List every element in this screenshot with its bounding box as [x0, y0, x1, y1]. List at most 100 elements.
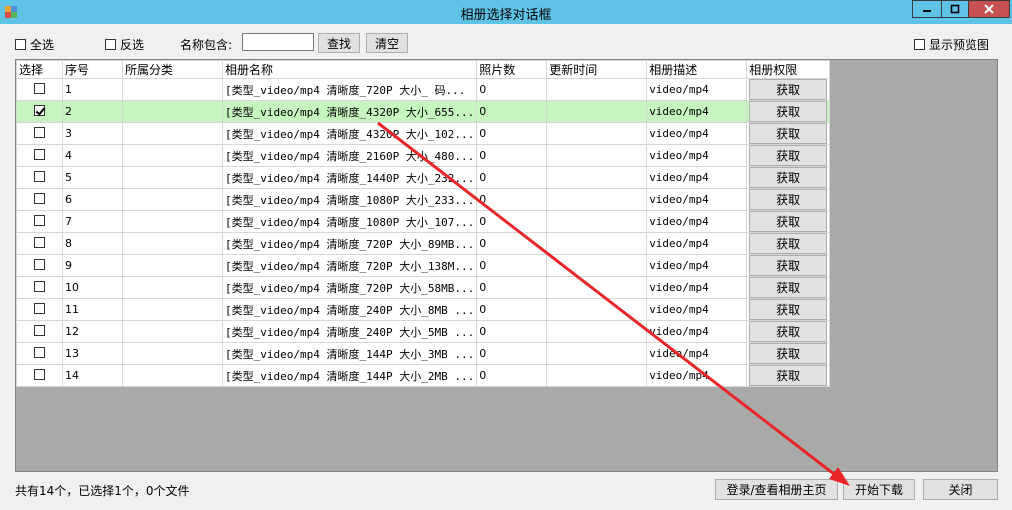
table-row[interactable]: 5 [类型_video/mp4 清晰度_1440P 大小_232... 0 video…: [16, 166, 831, 189]
show-preview-checkbox[interactable]: [914, 39, 925, 50]
close-icon: [984, 4, 994, 14]
name-search-input[interactable]: [242, 33, 314, 51]
album-desc-cell: video/mp4: [646, 166, 748, 189]
category-cell: [122, 298, 223, 321]
select-cell[interactable]: [16, 210, 63, 233]
select-cell[interactable]: [16, 78, 63, 101]
column-header[interactable]: 序号: [62, 60, 123, 79]
get-permission-button[interactable]: 获取: [749, 79, 828, 100]
index-cell: 1: [62, 78, 123, 101]
minimize-button[interactable]: [912, 0, 942, 18]
select-cell[interactable]: [16, 144, 63, 167]
table-row[interactable]: 3 [类型_video/mp4 清晰度_4320P 大小_102... 0 video…: [16, 122, 831, 145]
select-cell[interactable]: [16, 320, 63, 343]
row-checkbox[interactable]: [34, 214, 45, 226]
table-row[interactable]: 2 [类型_video/mp4 清晰度_4320P 大小_655... 0 video…: [16, 100, 831, 123]
name-contains-label: 名称包含:: [180, 38, 233, 52]
category-cell: [122, 78, 223, 101]
table-row[interactable]: 10 [类型_video/mp4 清晰度_720P 大小_58MB... 0 vide…: [16, 276, 831, 299]
table-row[interactable]: 12 [类型_video/mp4 清晰度_240P 大小_5MB ... 0 vide…: [16, 320, 831, 343]
get-permission-button[interactable]: 获取: [749, 255, 828, 276]
get-permission-button[interactable]: 获取: [749, 277, 828, 298]
row-checkbox[interactable]: [34, 192, 45, 204]
row-checkbox[interactable]: [34, 82, 45, 94]
get-permission-button[interactable]: 获取: [749, 189, 828, 210]
table-row[interactable]: 11 [类型_video/mp4 清晰度_240P 大小_8MB ... 0 vide…: [16, 298, 831, 321]
album-name-cell: [类型_video/mp4 清晰度_240P 大小_8MB ...: [221, 298, 478, 321]
album-name-cell: [类型_video/mp4 清晰度_144P 大小_2MB ...: [221, 364, 478, 387]
table-row[interactable]: 6 [类型_video/mp4 清晰度_1080P 大小_233... 0 video…: [16, 188, 831, 211]
album-desc-cell: video/mp4: [646, 276, 748, 299]
table-row[interactable]: 8 [类型_video/mp4 清晰度_720P 大小_89MB... 0 video…: [16, 232, 831, 255]
select-cell[interactable]: [16, 276, 63, 299]
category-cell: [122, 232, 223, 255]
row-checkbox[interactable]: [34, 258, 45, 270]
row-checkbox[interactable]: [34, 280, 45, 292]
column-header[interactable]: 相册权限: [746, 60, 831, 79]
album-name-cell: [类型_video/mp4 清晰度_2160P 大小_480...: [221, 144, 478, 167]
get-permission-button[interactable]: 获取: [749, 123, 828, 144]
album-grid[interactable]: 选择 序号 所属分类 相册名称 照片数 更新时间 相册描述 相册权限 1 [类型_video/m…: [15, 59, 998, 472]
get-permission-button[interactable]: 获取: [749, 167, 828, 188]
get-permission-button[interactable]: 获取: [749, 365, 828, 386]
column-header[interactable]: 照片数: [476, 60, 548, 79]
get-permission-button[interactable]: 获取: [749, 343, 828, 364]
invert-selection-checkbox-group[interactable]: 反选: [105, 36, 144, 53]
column-header[interactable]: 更新时间: [546, 60, 648, 79]
permission-cell: 获取: [746, 210, 831, 233]
select-cell[interactable]: [16, 364, 63, 387]
get-permission-button[interactable]: 获取: [749, 101, 828, 122]
clear-button[interactable]: 清空: [366, 33, 408, 53]
permission-cell: 获取: [746, 100, 831, 123]
select-cell[interactable]: [16, 188, 63, 211]
table-row[interactable]: 14 [类型_video/mp4 清晰度_144P 大小_2MB ... 0 vide…: [16, 364, 831, 387]
row-checkbox[interactable]: [34, 170, 45, 182]
get-permission-button[interactable]: 获取: [749, 211, 828, 232]
row-checkbox[interactable]: [34, 236, 45, 248]
column-header[interactable]: 选择: [16, 60, 63, 79]
close-button[interactable]: 关闭: [923, 479, 998, 500]
row-checkbox[interactable]: [34, 368, 45, 380]
select-cell[interactable]: [16, 232, 63, 255]
row-checkbox[interactable]: [34, 302, 45, 314]
select-cell[interactable]: [16, 342, 63, 365]
album-name-cell: [类型_video/mp4 清晰度_720P 大小_138M...: [221, 254, 478, 277]
invert-selection-checkbox[interactable]: [105, 39, 116, 50]
table-row[interactable]: 1 [类型_video/mp4 清晰度_720P 大小_ 码... 0 video/m…: [16, 78, 831, 101]
row-checkbox[interactable]: [34, 324, 45, 336]
start-download-button[interactable]: 开始下载: [843, 479, 915, 500]
album-desc-cell: video/mp4: [646, 232, 748, 255]
get-permission-button[interactable]: 获取: [749, 321, 828, 342]
column-header[interactable]: 相册名称: [221, 60, 478, 79]
album-name-cell: [类型_video/mp4 清晰度_4320P 大小_655...: [221, 100, 478, 123]
table-row[interactable]: 4 [类型_video/mp4 清晰度_2160P 大小_480... 0 video…: [16, 144, 831, 167]
index-cell: 6: [62, 188, 123, 211]
column-header[interactable]: 相册描述: [646, 60, 748, 79]
get-permission-button[interactable]: 获取: [749, 145, 828, 166]
photo-count-cell: 0: [476, 298, 548, 321]
table-row[interactable]: 7 [类型_video/mp4 清晰度_1080P 大小_107... 0 video…: [16, 210, 831, 233]
select-all-checkbox[interactable]: [15, 39, 26, 50]
maximize-button[interactable]: [941, 0, 969, 18]
table-row[interactable]: 9 [类型_video/mp4 清晰度_720P 大小_138M... 0 video…: [16, 254, 831, 277]
select-cell[interactable]: [16, 166, 63, 189]
select-cell[interactable]: [16, 254, 63, 277]
index-cell: 8: [62, 232, 123, 255]
show-preview-checkbox-group[interactable]: 显示预览图: [914, 36, 989, 53]
row-checkbox[interactable]: [34, 148, 45, 160]
close-window-button[interactable]: [968, 0, 1010, 18]
select-cell[interactable]: [16, 100, 63, 123]
login-view-album-button[interactable]: 登录/查看相册主页: [715, 479, 838, 500]
row-checkbox[interactable]: [34, 346, 45, 358]
table-row[interactable]: 13 [类型_video/mp4 清晰度_144P 大小_3MB ... 0 vide…: [16, 342, 831, 365]
get-permission-button[interactable]: 获取: [749, 233, 828, 254]
column-header[interactable]: 所属分类: [122, 60, 223, 79]
select-all-checkbox-group[interactable]: 全选: [15, 36, 54, 53]
find-button[interactable]: 查找: [318, 33, 360, 53]
select-cell[interactable]: [16, 122, 63, 145]
row-checkbox[interactable]: [34, 126, 45, 138]
category-cell: [122, 364, 223, 387]
row-checkbox[interactable]: [34, 104, 45, 116]
get-permission-button[interactable]: 获取: [749, 299, 828, 320]
select-cell[interactable]: [16, 298, 63, 321]
